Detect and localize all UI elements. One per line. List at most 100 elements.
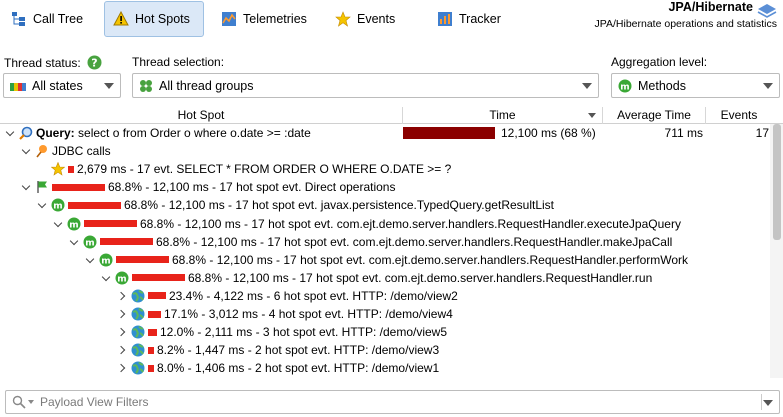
chevron-right-icon[interactable]: [116, 308, 128, 320]
thread-group-icon: [139, 79, 153, 93]
time-value: 12,100 ms (68 %): [501, 126, 596, 140]
star-icon: [335, 11, 351, 27]
thread-status-label-wrap: Thread status: ?: [4, 55, 102, 70]
vertical-scrollbar[interactable]: [770, 124, 783, 378]
flag-icon: [35, 180, 49, 194]
tab-events[interactable]: Events: [326, 1, 406, 37]
sort-descending-icon: [588, 113, 596, 118]
search-icon: [12, 395, 26, 409]
column-header-events[interactable]: Events: [706, 107, 772, 124]
tab-telemetries[interactable]: Telemetries: [212, 1, 316, 37]
hot-spot-tree: Query: select o from Order o where o.dat…: [0, 124, 770, 378]
row-type-label: Query:: [36, 126, 75, 140]
payload-filter-placeholder: Payload View Filters: [40, 395, 149, 409]
column-header-time[interactable]: Time: [403, 107, 603, 124]
average-time-value: 191 ms: [603, 377, 703, 378]
chevron-down-icon[interactable]: [763, 400, 773, 406]
thread-selection-label: Thread selection:: [132, 55, 225, 69]
chevron-down-icon[interactable]: [20, 181, 32, 193]
percentage-bar: [148, 292, 166, 300]
row-label: 17.1% - 3,012 ms - 4 hot spot evt. HTTP:…: [164, 307, 453, 321]
chevron-right-icon[interactable]: [116, 344, 128, 356]
table-row[interactable]: m 68.8% - 12,100 ms - 17 hot spot evt. co…: [0, 215, 770, 233]
thread-status-label: Thread status:: [4, 55, 81, 70]
warning-icon: [113, 10, 129, 27]
chevron-right-icon[interactable]: [116, 326, 128, 338]
average-time-value: 711 ms: [664, 126, 703, 140]
row-label: 2,679 ms - 17 evt. SELECT * FROM ORDER O…: [77, 162, 452, 177]
percentage-bar: [116, 256, 169, 264]
time-cell: 3,261 ms (18 %): [403, 377, 521, 378]
chevron-down-icon[interactable]: [4, 127, 16, 139]
scrollbar-thumb[interactable]: [773, 124, 781, 240]
aggregation-label: Aggregation level:: [611, 55, 708, 69]
chevron-down-icon: [104, 83, 114, 89]
percentage-bar: [68, 165, 74, 173]
pin-icon: [35, 144, 49, 158]
row-label: 8.0% - 1,406 ms - 2 hot spot evt. HTTP: …: [157, 361, 440, 376]
chevron-down-icon[interactable]: [68, 236, 80, 248]
telemetry-icon: [221, 11, 237, 27]
query-icon: [19, 126, 33, 140]
table-row[interactable]: 23.4% - 4,122 ms - 6 hot spot evt. HTTP:…: [0, 287, 770, 305]
row-label: 23.4% - 4,122 ms - 6 hot spot evt. HTTP:…: [169, 288, 458, 303]
events-value: 17: [755, 126, 769, 140]
tab-tracker[interactable]: Tracker: [428, 1, 510, 37]
tab-hot-spots[interactable]: Hot Spots: [104, 1, 204, 37]
time-bar: [403, 127, 495, 139]
column-header-hot-spot[interactable]: Hot Spot: [0, 107, 403, 124]
hot-spot-cell: Query: select o from Order o where o.dat…: [4, 124, 311, 142]
chevron-down-icon[interactable]: [36, 199, 48, 211]
hot-spot-cell: m 68.8% - 12,100 ms - 17 hot spot evt. co…: [84, 251, 688, 269]
chevron-down-icon[interactable]: [20, 145, 32, 157]
tab-label: Tracker: [459, 12, 501, 26]
table-header: Hot Spot Time Average Time Events: [0, 107, 783, 124]
table-row[interactable]: 2,679 ms - 17 evt. SELECT * FROM ORDER O…: [0, 160, 770, 178]
column-header-average-time[interactable]: Average Time: [603, 107, 706, 124]
chevron-down-icon[interactable]: [52, 218, 64, 230]
svg-text:m: m: [53, 202, 62, 212]
method-icon: m: [83, 235, 97, 249]
table-row[interactable]: 68.8% - 12,100 ms - 17 hot spot evt. Dir…: [0, 178, 770, 196]
table-row[interactable]: 8.0% - 1,406 ms - 2 hot spot evt. HTTP: …: [0, 359, 770, 377]
chevron-down-icon[interactable]: [100, 272, 112, 284]
row-label: 12.0% - 2,111 ms - 3 hot spot evt. HTTP:…: [160, 325, 448, 340]
percentage-bar: [148, 328, 157, 336]
hot-spot-cell: m 68.8% - 12,100 ms - 17 hot spot evt. co…: [52, 215, 681, 233]
table-row[interactable]: 17.1% - 3,012 ms - 4 hot spot evt. HTTP:…: [0, 305, 770, 323]
table-row[interactable]: m 68.8% - 12,100 ms - 17 hot spot evt. co…: [0, 269, 770, 287]
table-row[interactable]: Query: select o from Order o where o.dat…: [0, 124, 770, 142]
table-row[interactable]: 12.0% - 2,111 ms - 3 hot spot evt. HTTP:…: [0, 323, 770, 341]
tab-call-tree[interactable]: Call Tree: [2, 1, 98, 37]
svg-text:m: m: [620, 82, 629, 92]
search-options-icon: [28, 400, 34, 404]
payload-filter-field[interactable]: Payload View Filters: [5, 390, 780, 414]
thread-selection-value: All thread groups: [159, 78, 254, 93]
method-icon: m: [99, 253, 113, 267]
chevron-down-icon[interactable]: [84, 254, 96, 266]
chevron-right-icon[interactable]: [116, 362, 128, 374]
table-row[interactable]: m 68.8% - 12,100 ms - 17 hot spot evt. co…: [0, 233, 770, 251]
chevron-down-icon: [582, 83, 592, 89]
svg-text:m: m: [69, 220, 78, 230]
globe-icon: [131, 289, 145, 303]
tab-label: Hot Spots: [135, 12, 190, 26]
help-icon[interactable]: ?: [87, 55, 102, 70]
method-icon: m: [67, 217, 81, 231]
svg-text:m: m: [85, 238, 94, 248]
row-label: 68.8% - 12,100 ms - 17 hot spot evt. com…: [172, 252, 689, 267]
table-row[interactable]: m 68.8% - 12,100 ms - 17 hot spot evt. ja…: [0, 196, 770, 214]
table-row[interactable]: 8.2% - 1,447 ms - 2 hot spot evt. HTTP: …: [0, 341, 770, 359]
table-row[interactable]: m 68.8% - 12,100 ms - 17 hot spot evt. co…: [0, 251, 770, 269]
brand-title: JPA/Hibernate: [668, 0, 753, 14]
table-row[interactable]: Insert: com.ejt.demo.server.entities.Ord…: [0, 377, 770, 378]
chevron-right-icon[interactable]: [116, 290, 128, 302]
hot-spot-cell: m 68.8% - 12,100 ms - 17 hot spot evt. co…: [68, 233, 672, 251]
hot-spot-cell: m 68.8% - 12,100 ms - 17 hot spot evt. ja…: [36, 196, 554, 214]
thread-status-select[interactable]: All states: [3, 73, 121, 98]
globe-icon: [131, 307, 145, 321]
svg-text:m: m: [117, 274, 126, 284]
table-row[interactable]: JDBC calls: [0, 142, 770, 160]
aggregation-select[interactable]: m Methods: [611, 73, 780, 98]
thread-selection-select[interactable]: All thread groups: [132, 73, 599, 98]
